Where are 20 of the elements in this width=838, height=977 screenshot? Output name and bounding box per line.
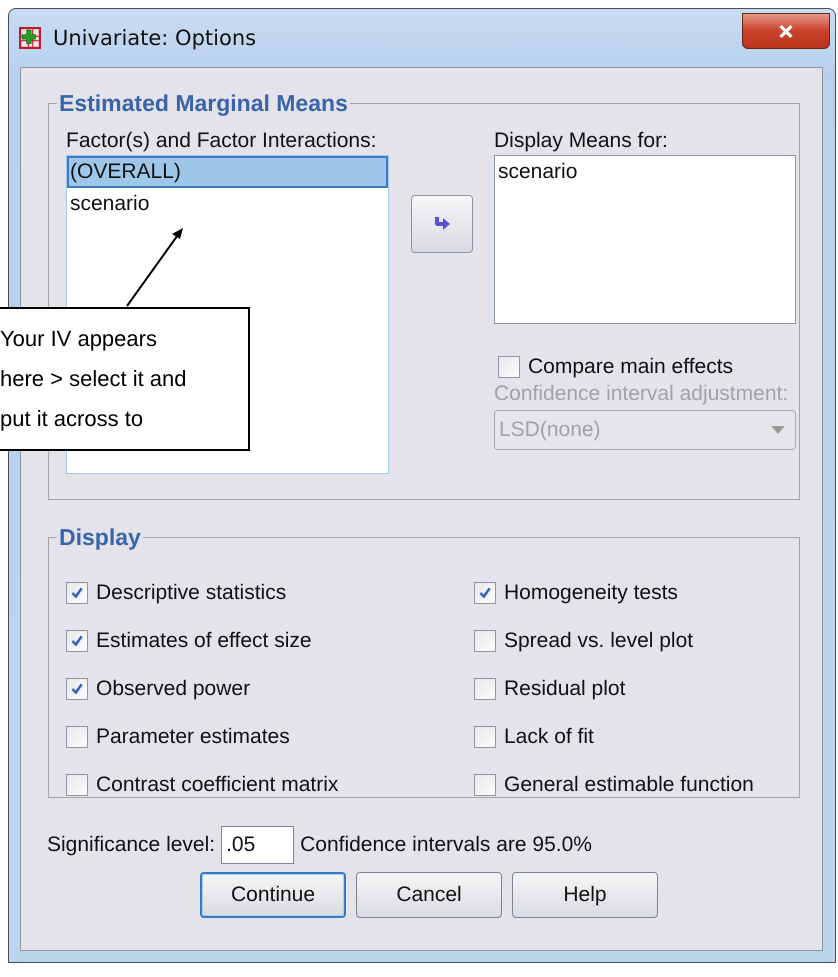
checkbox-label: Estimates of effect size (96, 629, 312, 653)
checkbox-label: Spread vs. level plot (504, 629, 694, 653)
checkbox-label: Homogeneity tests (504, 581, 678, 605)
callout-tooltip: Your IV appears here > select it and put it across to (0, 307, 250, 451)
checkbox-label: Lack of fit (504, 725, 594, 749)
field-label: Significance level: (47, 833, 216, 857)
checkbox-label: Parameter estimates (96, 725, 290, 749)
list-label: Factor(s) and Factor Interactions: (66, 129, 378, 153)
info-text: Confidence intervals are 95.0% (300, 833, 592, 857)
group-title: Estimated Marginal Means (58, 90, 349, 117)
checkbox-label: Contrast coefficient matrix (96, 773, 338, 797)
checkbox-label: Observed power (96, 677, 250, 701)
dropdown-label: Confidence interval adjustment: (494, 382, 790, 406)
group-title: Display (58, 524, 142, 551)
checkbox-label: General estimable function (504, 773, 754, 797)
checkbox-label: Descriptive statistics (96, 581, 286, 605)
list-label: Display Means for: (494, 129, 669, 153)
checkbox-label: Compare main effects (528, 355, 734, 379)
window-title: Univariate: Options (53, 26, 256, 50)
checkbox-label: Residual plot (504, 677, 626, 701)
